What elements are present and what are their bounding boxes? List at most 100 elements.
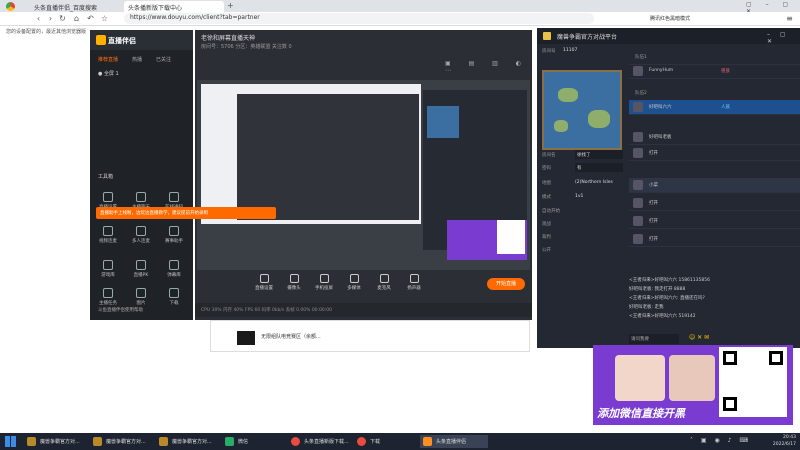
tool-item[interactable]: 下载 (160, 288, 188, 306)
control-bar: 直播设置 摄像头 手机投屏 多媒体 麦克风 扬声器 (195, 270, 532, 300)
qr-finder (723, 351, 737, 365)
chat-line: <王者归来>好吧叫六六 15861135856 (629, 278, 710, 283)
slot-row[interactable]: 好吧叫六六 人族 (629, 100, 800, 115)
slot-row[interactable]: 队伍1 (629, 50, 800, 65)
tool-item[interactable]: 游戏库 (94, 260, 122, 278)
slot-row[interactable]: 打开 (629, 232, 800, 247)
taskbar-item[interactable]: 魔兽争霸官方对... (90, 435, 152, 448)
slot-row[interactable]: 好吧叫老板 (629, 130, 800, 145)
wechat-ad[interactable]: 添加微信直接开黑 (593, 345, 793, 425)
tool-item[interactable]: 赛事助手 (160, 226, 188, 244)
companion-window: 直播伴侣 推荐直播 热播 已关注 ● 全屏 1 工具箱 直播设置 主播聊天 在线… (90, 30, 193, 320)
browser-tab-2[interactable]: 头条播新版下载中心 (124, 1, 224, 12)
users-icon (136, 226, 146, 236)
chat-line: 好吧叫老板: 我走打开 8888 (629, 287, 686, 292)
taskbar-item[interactable]: 魔兽争霸官方对... (24, 435, 86, 448)
companion-tab-recommend[interactable]: 推荐直播 (98, 56, 118, 63)
ctrl-settings[interactable]: 直播设置 (251, 274, 277, 291)
forward-icon[interactable]: › (46, 14, 55, 23)
slot-row[interactable]: 打开 (629, 214, 800, 229)
preview-nested-qr (497, 220, 525, 254)
url-input[interactable]: https://www.douyu.com/client?tab=partner (124, 13, 594, 24)
ctrl-phone[interactable]: 手机投屏 (311, 274, 337, 291)
slot-team: 队伍2 (635, 91, 647, 96)
back-icon[interactable]: ‹ (34, 14, 43, 23)
undo-icon[interactable]: ↶ (86, 14, 95, 23)
room-card[interactable]: 无限组队电竞赛区（余额... (210, 320, 530, 352)
slot-row[interactable]: 打开 (629, 196, 800, 211)
companion-tab-followed[interactable]: 已关注 (156, 56, 171, 63)
companion-tab-hot[interactable]: 热播 (132, 56, 142, 63)
scene-item[interactable]: ● 全屏 1 (98, 70, 119, 77)
chat-icon (136, 192, 146, 202)
tool-item[interactable]: 多人连麦 (127, 226, 155, 244)
tool-item[interactable]: 图片 (127, 288, 155, 306)
game-window-controls[interactable]: – ▢ ✕ (767, 31, 800, 45)
chat-input[interactable]: 请问我要 (629, 334, 679, 344)
menu-icon[interactable]: ≡ (785, 14, 794, 23)
video-icon (103, 226, 113, 236)
taskbar-item[interactable]: 魔兽争霸官方对... (156, 435, 218, 448)
field-value[interactable]: 有 (575, 163, 623, 172)
notice-banner[interactable]: 直播助手上线啦，边玩边直播教学，建议提前开始录制 (96, 207, 276, 219)
panel-toolbar-icons[interactable]: ▣ ▤ ▥ ◐ ⋯ (445, 60, 532, 74)
ctrl-mic[interactable]: 麦克风 (371, 274, 397, 291)
home-icon[interactable]: ⌂ (72, 14, 81, 23)
start-live-button[interactable]: 开始直播 (487, 278, 525, 290)
ctrl-camera[interactable]: 摄像头 (281, 274, 307, 291)
qr-finder (723, 397, 737, 411)
avatar (633, 216, 643, 226)
taskbar-item[interactable]: 微信 (222, 435, 284, 448)
field-value: 1v1 (575, 194, 584, 199)
companion-footer[interactable]: 斗鱼直播伴侣使用帮助 (98, 307, 143, 313)
check-referee[interactable]: 裁判 (542, 234, 551, 240)
new-tab-icon[interactable]: + (227, 1, 234, 10)
browser-logo-icon (6, 2, 15, 11)
live-subtitle: 房间号：5706 分区：英雄联盟 关注数 0 (201, 44, 292, 50)
task-icon (103, 288, 113, 298)
reload-icon[interactable]: ↻ (58, 14, 67, 23)
notify-icon (169, 192, 179, 202)
check-public[interactable]: 公开 (542, 247, 551, 253)
slot-name: 打开 (649, 219, 658, 224)
field-value[interactable]: 徐找了 (575, 150, 623, 159)
slot-row[interactable]: 打开 (629, 146, 800, 161)
avatar (633, 148, 643, 158)
star-icon[interactable]: ☆ (100, 14, 109, 23)
download-icon (169, 288, 179, 298)
stream-preview (197, 80, 530, 296)
field-label: 地图 (542, 181, 551, 186)
tool-item[interactable]: 视频连麦 (94, 226, 122, 244)
warcraft-icon (159, 437, 168, 446)
check-auto-start[interactable]: 自动开始 (542, 208, 560, 214)
browser-icon (291, 437, 300, 446)
map-island (554, 120, 568, 132)
taskbar-item[interactable]: 头条直播新版下载... (288, 435, 350, 448)
bookmark-link[interactable]: 腾讯红色黑暗模式 (650, 15, 690, 22)
tray-icons[interactable]: ˄ ▣ ◉ ♪ ⌨ (690, 437, 751, 444)
start-icon[interactable] (5, 436, 16, 447)
check-observer[interactable]: 观战 (542, 221, 551, 227)
taskbar-item[interactable]: 头条直播伴侣 (420, 435, 488, 448)
companion-title: 直播伴侣 (108, 37, 136, 45)
avatar (633, 66, 643, 76)
slot-row[interactable]: 小菜 (629, 178, 800, 193)
taskbar-item[interactable]: 下载 (354, 435, 416, 448)
ctrl-speaker[interactable]: 扬声器 (401, 274, 427, 291)
tool-item[interactable]: 弹幕库 (160, 260, 188, 278)
slot-name: 打开 (649, 201, 658, 206)
slot-row[interactable]: FunnyHum 兽族 (629, 64, 800, 79)
clock-time: 20:43 (783, 435, 796, 440)
browser-tab-1[interactable]: 头条直播伴侣_百度搜索 (30, 1, 120, 12)
clock[interactable]: 20:43 2022/6/17 (756, 434, 796, 448)
slot-row[interactable]: 队伍2 (629, 86, 800, 101)
ctrl-media[interactable]: 多媒体 (341, 274, 367, 291)
scene-label: 全屏 1 (103, 71, 119, 77)
emoji-icon[interactable]: ☺ ✕ ✉ (689, 334, 709, 341)
wechat-icon (225, 437, 234, 446)
clock-date: 2022/6/17 (772, 442, 796, 447)
pk-icon (136, 260, 146, 270)
ad-text: 添加微信直接开黑 (597, 407, 685, 420)
tool-item[interactable]: 主播任务 (94, 288, 122, 306)
tool-item[interactable]: 直播PK (127, 260, 155, 278)
